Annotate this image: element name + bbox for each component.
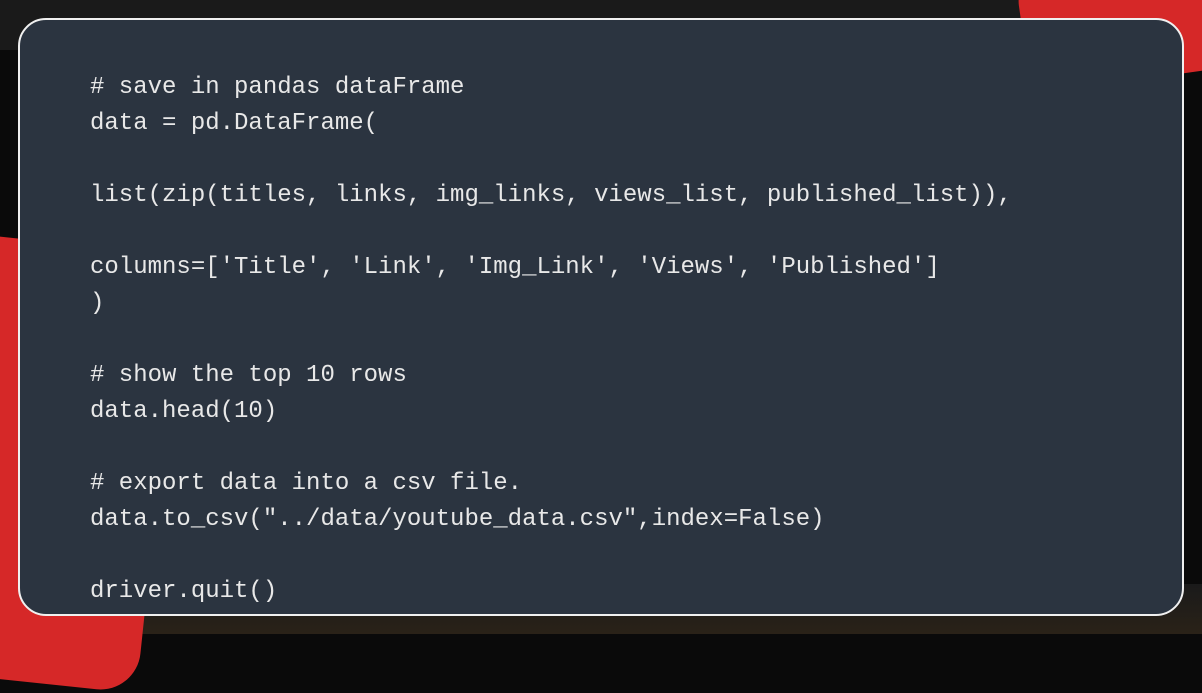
code-line-columns: columns=['Title', 'Link', 'Img_Link', 'V… [90,250,1112,286]
code-line-dataframe: data = pd.DataFrame( [90,106,1112,142]
code-line-quit: driver.quit() [90,574,1112,610]
code-panel: # save in pandas dataFrame data = pd.Dat… [18,18,1184,616]
blank-line [90,322,1112,358]
code-comment-1: # save in pandas dataFrame [90,70,1112,106]
code-comment-3: # export data into a csv file. [90,466,1112,502]
blank-line [90,538,1112,574]
blank-line [90,214,1112,250]
code-line-close-paren: ) [90,286,1112,322]
code-comment-2: # show the top 10 rows [90,358,1112,394]
code-line-zip: list(zip(titles, links, img_links, views… [90,178,1112,214]
blank-line [90,142,1112,178]
blank-line [90,430,1112,466]
code-line-tocsv: data.to_csv("../data/youtube_data.csv",i… [90,502,1112,538]
code-line-head: data.head(10) [90,394,1112,430]
